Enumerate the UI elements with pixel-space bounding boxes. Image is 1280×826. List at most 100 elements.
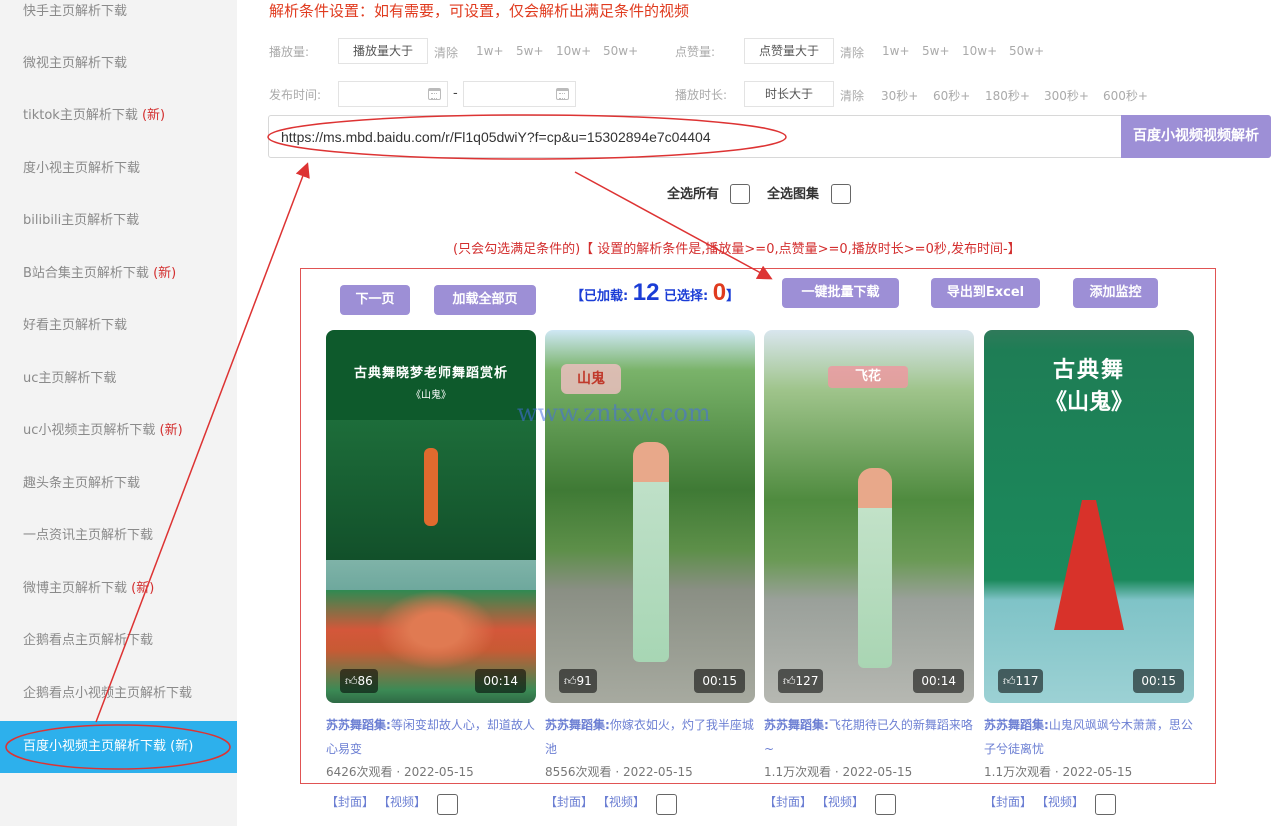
video-link[interactable]: 【视频】 [603, 795, 645, 809]
video-card[interactable]: 飞花 👍︎127 00:14 苏苏舞蹈集:飞花期待已久的新舞蹈来咯~ 1.1万次… [764, 330, 974, 783]
sidebar-item-qutoutiao[interactable]: 趣头条主页解析下载 [0, 458, 237, 510]
video-card[interactable]: 古典舞晓梦老师舞蹈赏析 《山鬼》 👍︎86 00:14 苏苏舞蹈集:等闲变却故人… [326, 330, 536, 783]
dancer-figure [424, 448, 438, 526]
sidebar-item-yidianzixun[interactable]: 一点资讯主页解析下载 [0, 510, 237, 562]
sidebar-item-haokan[interactable]: 好看主页解析下载 [0, 300, 237, 352]
new-badge: (新) [131, 581, 155, 596]
selected-label: 已选择: [663, 289, 709, 304]
video-thumbnail[interactable]: 飞花 👍︎127 00:14 [764, 330, 974, 703]
video-duration: 00:14 [475, 669, 526, 693]
sidebar-item-label: 企鹅看点主页解析下载 [23, 633, 154, 648]
dancer-figure [1054, 500, 1124, 630]
video-thumbnail[interactable]: 古典舞晓梦老师舞蹈赏析 《山鬼》 👍︎86 00:14 [326, 330, 536, 703]
cover-link[interactable]: 【封面】 [545, 795, 593, 809]
card-select-checkbox[interactable] [656, 794, 677, 815]
video-card[interactable]: 山鬼 👍︎91 00:15 苏苏舞蹈集:你嫁衣如火，灼了我半座城池 8556次观… [545, 330, 755, 783]
play-opt-10w[interactable]: 10w+ [556, 44, 591, 58]
thumbnail-subcaption: 《山鬼》 [411, 390, 451, 401]
video-link[interactable]: 【视频】 [1042, 795, 1084, 809]
sidebar-item-uc-short[interactable]: uc小视频主页解析下载 (新) [0, 405, 237, 457]
sidebar-item-qie-kandian-short[interactable]: 企鹅看点小视频主页解析下载 [0, 668, 237, 720]
card-download-links: 【封面】 【视频】 [545, 793, 655, 810]
video-description[interactable]: 苏苏舞蹈集:山鬼风飒飒兮木萧萧，思公子兮徒离忧 [984, 713, 1194, 761]
video-author: 苏苏舞蹈集: [984, 718, 1049, 732]
parse-button[interactable]: 百度小视频视频解析 [1121, 115, 1271, 158]
duration-opt-30[interactable]: 30秒+ [881, 87, 918, 104]
selected-count: 0 [712, 279, 727, 306]
date-end-input[interactable] [463, 81, 576, 107]
thumbnail-subcaption: 《山鬼》 [1044, 389, 1133, 415]
like-opt-50w[interactable]: 50w+ [1009, 44, 1044, 58]
play-opt-5w[interactable]: 5w+ [516, 44, 544, 58]
video-meta: 6426次观看 · 2022-05-15 [326, 765, 474, 779]
video-description[interactable]: 苏苏舞蹈集:飞花期待已久的新舞蹈来咯~ [764, 713, 974, 761]
sidebar-item-bilibili[interactable]: bilibili主页解析下载 [0, 195, 237, 247]
video-meta: 1.1万次观看 · 2022-05-15 [764, 765, 913, 779]
select-album-checkbox[interactable] [831, 184, 851, 204]
video-link[interactable]: 【视频】 [384, 795, 426, 809]
card-select-checkbox[interactable] [875, 794, 896, 815]
thumbnail-caption: 古典舞 [1052, 357, 1125, 383]
duration-opt-600[interactable]: 600秒+ [1103, 87, 1148, 104]
like-count-value: 91 [576, 674, 592, 688]
video-meta: 8556次观看 · 2022-05-15 [545, 765, 693, 779]
sidebar-item-kuaishou[interactable]: 快手主页解析下载 [0, 0, 237, 38]
sidebar-item-qie-kandian[interactable]: 企鹅看点主页解析下载 [0, 615, 237, 667]
duration-opt-180[interactable]: 180秒+ [985, 87, 1030, 104]
export-excel-button[interactable]: 导出到Excel [931, 278, 1040, 308]
sidebar-item-label: 度小视主页解析下载 [23, 161, 141, 176]
video-thumbnail[interactable]: 山鬼 👍︎91 00:15 [545, 330, 755, 703]
cover-link[interactable]: 【封面】 [326, 795, 374, 809]
play-clear[interactable]: 清除 [434, 44, 458, 61]
like-count-input[interactable]: 点赞量大于 [744, 38, 834, 64]
like-count: 👍︎117 [998, 669, 1044, 693]
thumbs-up-icon: 👍︎ [1003, 674, 1016, 688]
like-count-value: 127 [795, 674, 819, 688]
sidebar-item-baidu-short[interactable]: 百度小视频主页解析下载 (新) [0, 721, 237, 773]
cover-link[interactable]: 【封面】 [984, 795, 1032, 809]
video-description[interactable]: 苏苏舞蹈集:等闲变却故人心，却道故人心易变 [326, 713, 536, 761]
load-all-button[interactable]: 加载全部页 [434, 285, 536, 315]
sidebar-item-label: 微视主页解析下载 [23, 56, 128, 71]
video-description[interactable]: 苏苏舞蹈集:你嫁衣如火，灼了我半座城池 [545, 713, 755, 761]
duration-input[interactable]: 时长大于 [744, 81, 834, 107]
video-card[interactable]: 古典舞 《山鬼》 👍︎117 00:15 苏苏舞蹈集:山鬼风飒飒兮木萧萧，思公子… [984, 330, 1194, 783]
video-duration: 00:15 [694, 669, 745, 693]
video-thumbnail[interactable]: 古典舞 《山鬼》 👍︎117 00:15 [984, 330, 1194, 703]
like-opt-5w[interactable]: 5w+ [922, 44, 950, 58]
next-page-button[interactable]: 下一页 [340, 285, 410, 315]
thumbnail-caption: 飞花 [828, 366, 908, 388]
sidebar-item-bilibili-collection[interactable]: B站合集主页解析下载 (新) [0, 248, 237, 300]
card-select-checkbox[interactable] [437, 794, 458, 815]
cover-link[interactable]: 【封面】 [764, 795, 812, 809]
like-opt-10w[interactable]: 10w+ [962, 44, 997, 58]
duration-opt-300[interactable]: 300秒+ [1044, 87, 1089, 104]
like-count: 👍︎86 [340, 669, 378, 693]
sidebar-item-label: uc小视频主页解析下载 [23, 423, 156, 438]
load-status: 【已加载: 12 已选择: 0】 [571, 279, 739, 307]
loaded-suffix: 】 [726, 289, 740, 304]
sidebar-item-weishi[interactable]: 微视主页解析下载 [0, 38, 237, 90]
video-duration: 00:15 [1133, 669, 1184, 693]
play-opt-50w[interactable]: 50w+ [603, 44, 638, 58]
add-monitor-button[interactable]: 添加监控 [1073, 278, 1158, 308]
play-count-input[interactable]: 播放量大于 [338, 38, 428, 64]
duration-clear[interactable]: 清除 [840, 87, 864, 104]
url-input[interactable] [281, 126, 981, 148]
sidebar-item-duxiaoshi[interactable]: 度小视主页解析下载 [0, 143, 237, 195]
like-opt-1w[interactable]: 1w+ [882, 44, 910, 58]
date-start-input[interactable] [338, 81, 448, 107]
duration-opt-60[interactable]: 60秒+ [933, 87, 970, 104]
select-all-checkbox[interactable] [730, 184, 750, 204]
batch-download-button[interactable]: 一键批量下载 [782, 278, 899, 308]
like-clear[interactable]: 清除 [840, 44, 864, 61]
thumbnail-caption: 山鬼 [561, 364, 621, 394]
play-opt-1w[interactable]: 1w+ [476, 44, 504, 58]
video-author: 苏苏舞蹈集: [764, 718, 829, 732]
sidebar-item-uc[interactable]: uc主页解析下载 [0, 353, 237, 405]
card-select-checkbox[interactable] [1095, 794, 1116, 815]
sidebar-item-label: bilibili主页解析下载 [23, 213, 140, 228]
sidebar-item-weibo[interactable]: 微博主页解析下载 (新) [0, 563, 237, 615]
sidebar-item-tiktok[interactable]: tiktok主页解析下载 (新) [0, 90, 237, 142]
video-link[interactable]: 【视频】 [822, 795, 864, 809]
